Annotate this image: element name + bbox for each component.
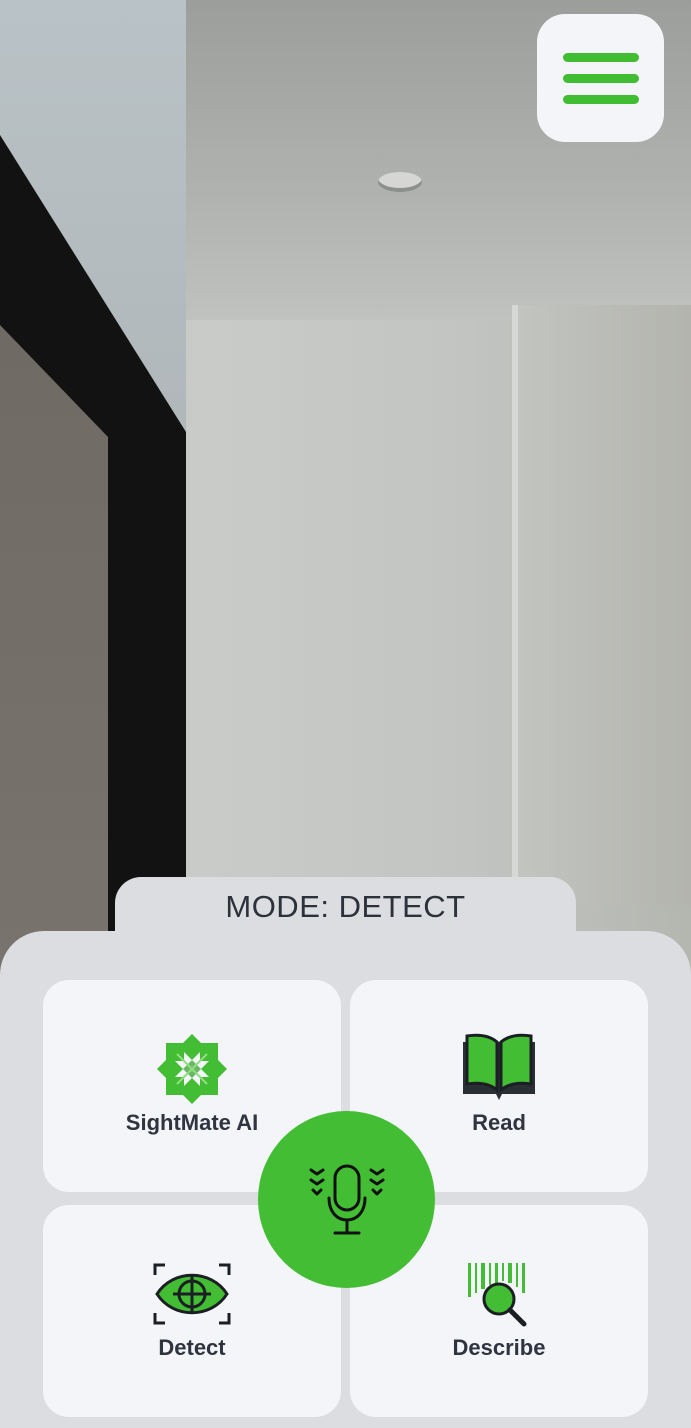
microphone-icon [309, 1164, 384, 1234]
detect-label: Detect [158, 1335, 226, 1360]
door-opening [0, 325, 108, 1025]
right-wall [518, 305, 691, 905]
open-book-icon [463, 1033, 535, 1100]
barcode-search-icon [468, 1263, 527, 1327]
microphone-button[interactable] [258, 1111, 435, 1288]
menu-button[interactable] [537, 14, 664, 142]
describe-label: Describe [452, 1335, 546, 1360]
sightmate-logo-icon [157, 1034, 227, 1104]
wall-edge [512, 305, 518, 905]
eye-target-icon [153, 1263, 231, 1325]
hamburger-menu-icon [562, 52, 639, 62]
hamburger-menu-icon-bar [562, 73, 639, 83]
mode-label: MODE: DETECT [225, 889, 466, 924]
hamburger-menu-icon-bar [562, 94, 639, 104]
ceiling-light [378, 172, 422, 192]
